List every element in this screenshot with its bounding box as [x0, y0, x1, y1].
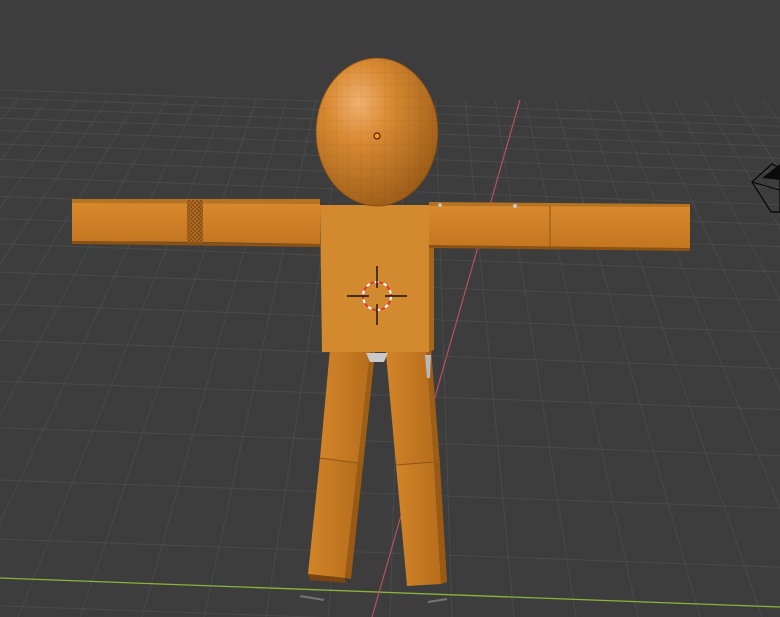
grid-line	[79, 99, 257, 617]
foot-shadow	[427, 598, 448, 603]
grid-line	[203, 99, 317, 617]
right-leg[interactable]	[384, 340, 447, 586]
left-arm[interactable]	[72, 199, 320, 247]
grid-line	[141, 99, 287, 617]
3d-viewport[interactable]	[0, 0, 780, 617]
grid-line	[614, 99, 780, 510]
viewport-canvas[interactable]	[0, 0, 780, 617]
grid-line	[0, 427, 780, 457]
head[interactable]	[315, 57, 439, 207]
grid-line	[17, 99, 227, 617]
foot-shadow	[299, 595, 325, 601]
grid-line	[643, 99, 780, 392]
grid-line	[524, 99, 639, 617]
grid-line	[554, 99, 701, 617]
left-leg[interactable]	[308, 338, 375, 583]
right-arm[interactable]	[429, 202, 690, 251]
grid-line	[584, 99, 763, 617]
object-origin-icon[interactable]	[373, 132, 381, 140]
